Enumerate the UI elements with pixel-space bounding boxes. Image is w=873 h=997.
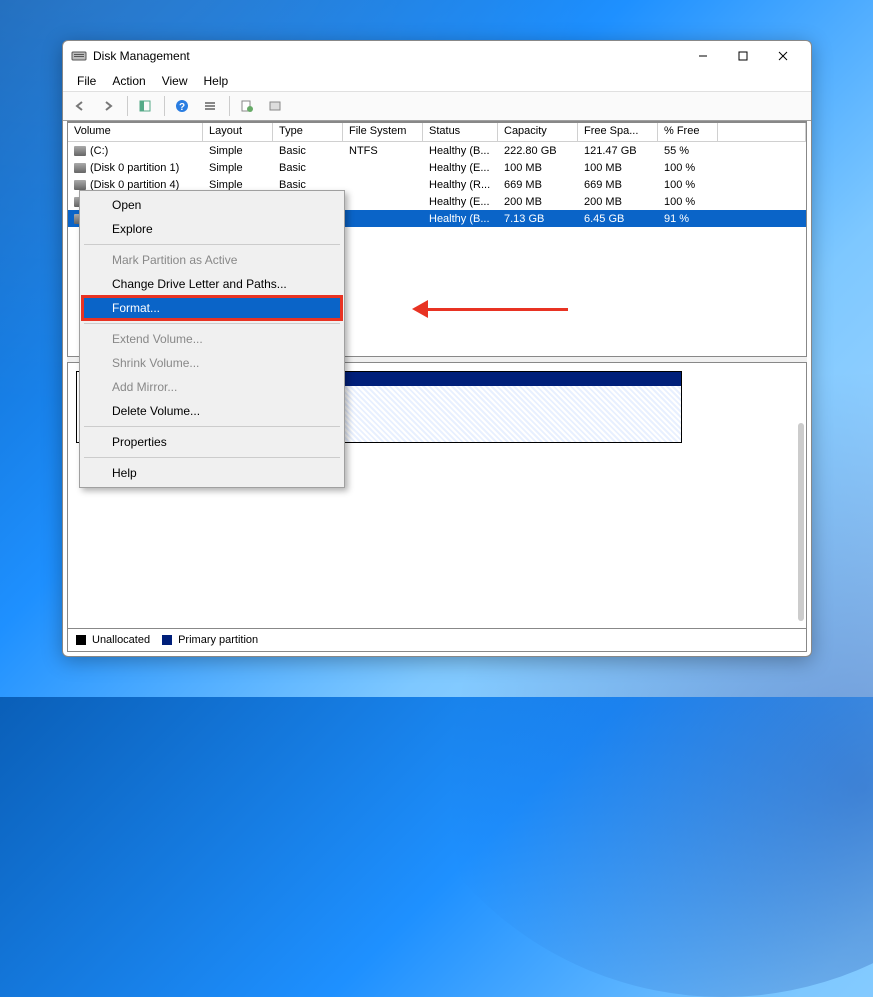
- menu-help[interactable]: Help: [196, 72, 237, 90]
- context-separator: [84, 426, 340, 427]
- show-hide-icon[interactable]: [132, 94, 158, 118]
- list-icon[interactable]: [197, 94, 223, 118]
- legend-unallocated-label: Unallocated: [92, 634, 150, 646]
- context-item-format[interactable]: Format...: [82, 296, 342, 320]
- volume-icon: [74, 163, 86, 173]
- volume-row[interactable]: (C:)SimpleBasicNTFSHealthy (B...222.80 G…: [68, 142, 806, 159]
- minimize-button[interactable]: [683, 42, 723, 70]
- context-item-open[interactable]: Open: [82, 193, 342, 217]
- volume-icon: [74, 146, 86, 156]
- toolbar-separator: [164, 96, 165, 116]
- col-percentfree[interactable]: % Free: [658, 123, 718, 141]
- arrow-head-icon: [412, 300, 428, 318]
- col-capacity[interactable]: Capacity: [498, 123, 578, 141]
- col-spacer: [718, 123, 806, 141]
- volume-row[interactable]: (Disk 0 partition 1)SimpleBasicHealthy (…: [68, 159, 806, 176]
- svg-text:?: ?: [179, 102, 185, 113]
- menu-action[interactable]: Action: [104, 72, 153, 90]
- properties-icon[interactable]: [234, 94, 260, 118]
- col-layout[interactable]: Layout: [203, 123, 273, 141]
- refresh-icon[interactable]: [262, 94, 288, 118]
- titlebar[interactable]: Disk Management: [63, 41, 811, 71]
- menu-view[interactable]: View: [154, 72, 196, 90]
- col-freespace[interactable]: Free Spa...: [578, 123, 658, 141]
- context-item-help[interactable]: Help: [82, 461, 342, 485]
- maximize-button[interactable]: [723, 42, 763, 70]
- toolbar: ?: [63, 91, 811, 121]
- window-title: Disk Management: [93, 49, 683, 63]
- legend-primary-swatch: [162, 635, 172, 645]
- close-button[interactable]: [763, 42, 803, 70]
- menubar: File Action View Help: [63, 71, 811, 91]
- back-arrow-icon[interactable]: [67, 94, 93, 118]
- context-item-delete-volume[interactable]: Delete Volume...: [82, 399, 342, 423]
- context-menu[interactable]: OpenExplore Mark Partition as ActiveChang…: [79, 190, 345, 488]
- context-item-add-mirror: Add Mirror...: [82, 375, 342, 399]
- annotation-arrow: [412, 300, 568, 318]
- col-type[interactable]: Type: [273, 123, 343, 141]
- context-item-shrink-volume: Shrink Volume...: [82, 351, 342, 375]
- col-filesystem[interactable]: File System: [343, 123, 423, 141]
- legend-primary-label: Primary partition: [178, 634, 258, 646]
- context-item-extend-volume: Extend Volume...: [82, 327, 342, 351]
- context-separator: [84, 323, 340, 324]
- legend: Unallocated Primary partition: [68, 628, 806, 651]
- app-icon: [71, 48, 87, 64]
- toolbar-separator: [127, 96, 128, 116]
- menu-file[interactable]: File: [69, 72, 104, 90]
- forward-arrow-icon[interactable]: [95, 94, 121, 118]
- context-separator: [84, 457, 340, 458]
- column-headers: Volume Layout Type File System Status Ca…: [68, 123, 806, 142]
- help-icon[interactable]: ?: [169, 94, 195, 118]
- context-item-mark-partition-as-active: Mark Partition as Active: [82, 248, 342, 272]
- context-separator: [84, 244, 340, 245]
- volume-icon: [74, 180, 86, 190]
- legend-unallocated-swatch: [76, 635, 86, 645]
- context-item-explore[interactable]: Explore: [82, 217, 342, 241]
- col-volume[interactable]: Volume: [68, 123, 203, 141]
- context-item-change-drive-letter-and-paths[interactable]: Change Drive Letter and Paths...: [82, 272, 342, 296]
- arrow-line: [428, 308, 568, 311]
- toolbar-separator: [229, 96, 230, 116]
- col-status[interactable]: Status: [423, 123, 498, 141]
- vertical-scrollbar[interactable]: [798, 423, 804, 621]
- context-item-properties[interactable]: Properties: [82, 430, 342, 454]
